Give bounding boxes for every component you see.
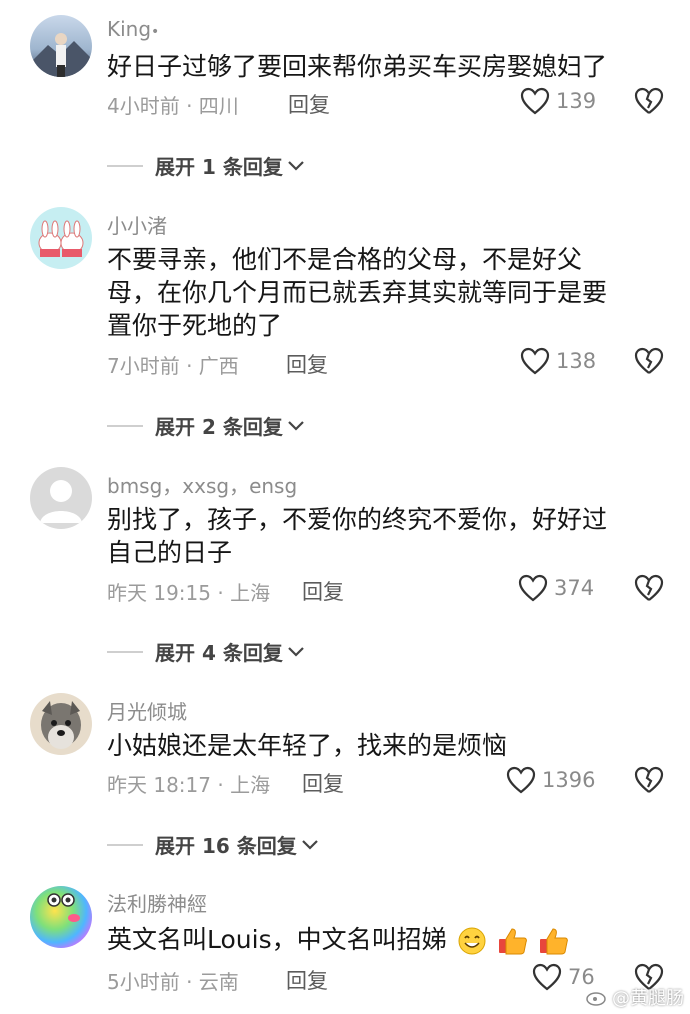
time-location: 5小时前 · 云南	[107, 970, 239, 994]
reply-button[interactable]: 回复	[286, 965, 328, 995]
rainbow-frog-avatar-icon	[47, 893, 80, 922]
thumbs-up-emoji-icon	[540, 928, 569, 955]
avatar[interactable]	[30, 886, 92, 948]
smiling-face-emoji-icon	[458, 927, 486, 955]
weibo-logo-icon	[586, 992, 606, 1006]
username[interactable]: 法利勝神經	[107, 888, 207, 917]
comment-5: 法利勝神經 英文名叫Louis，中文名叫招娣 5小时前 · 云南 回复 76	[0, 0, 690, 1014]
thumbs-up-emoji-icon	[498, 928, 527, 955]
heart-icon	[532, 963, 562, 991]
watermark: @黄腿肠	[586, 984, 684, 1010]
comment-text: 英文名叫Louis，中文名叫招娣	[107, 923, 667, 957]
